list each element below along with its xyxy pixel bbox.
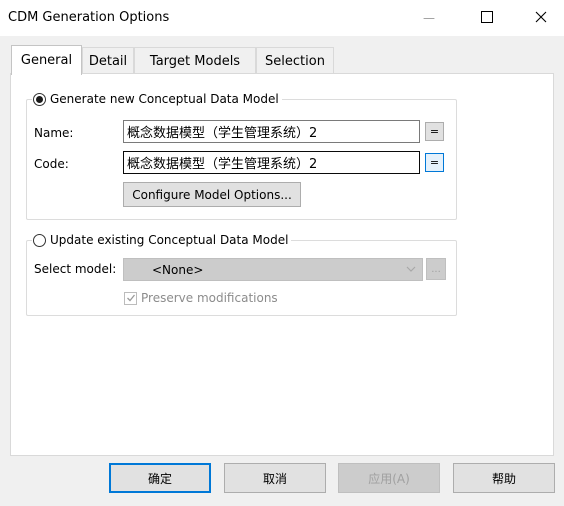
preserve-modifications-checkbox[interactable]: Preserve modifications	[124, 291, 278, 305]
select-model-value: <None>	[152, 262, 204, 277]
minimize-icon: —	[423, 11, 435, 25]
tab-detail[interactable]: Detail	[82, 47, 134, 74]
minimize-button[interactable]: —	[406, 0, 452, 36]
close-icon	[535, 11, 547, 26]
code-label: Code:	[34, 157, 69, 171]
code-equals-button[interactable]: =	[425, 153, 444, 172]
tab-general[interactable]: General	[11, 45, 82, 75]
maximize-button[interactable]	[464, 0, 510, 36]
checkbox-icon	[124, 291, 137, 305]
tab-target-models[interactable]: Target Models	[134, 47, 256, 74]
update-existing-label: Update existing Conceptual Data Model	[50, 233, 289, 247]
generate-new-label: Generate new Conceptual Data Model	[50, 92, 279, 106]
tab-label: General	[20, 53, 73, 68]
tab-selection[interactable]: Selection	[256, 47, 334, 74]
generate-new-radio[interactable]: Generate new Conceptual Data Model	[32, 91, 282, 107]
close-button[interactable]	[518, 0, 564, 36]
tab-label: Detail	[88, 53, 128, 69]
update-existing-radio[interactable]: Update existing Conceptual Data Model	[32, 232, 292, 248]
name-equals-button[interactable]: =	[425, 122, 444, 141]
preserve-label: Preserve modifications	[141, 291, 278, 305]
window-title: CDM Generation Options	[8, 10, 170, 25]
tab-label: Selection	[265, 53, 325, 69]
help-button[interactable]: 帮助	[453, 463, 555, 493]
ok-button[interactable]: 确定	[109, 463, 211, 493]
radio-icon	[33, 92, 46, 106]
name-input[interactable]: 概念数据模型（学生管理系统）2	[123, 120, 420, 143]
browse-button[interactable]: ...	[426, 258, 446, 280]
chevron-down-icon	[406, 263, 416, 277]
code-input[interactable]: 概念数据模型（学生管理系统）2	[123, 151, 420, 174]
select-model-dropdown[interactable]: <None>	[123, 258, 423, 281]
maximize-icon	[481, 10, 493, 26]
configure-model-options-button[interactable]: Configure Model Options...	[123, 182, 301, 207]
radio-icon	[33, 233, 46, 247]
select-model-label: Select model:	[34, 262, 117, 276]
apply-button[interactable]: 应用(A)	[338, 463, 440, 493]
name-label: Name:	[34, 126, 74, 140]
tab-label: Target Models	[149, 53, 241, 69]
cancel-button[interactable]: 取消	[224, 463, 326, 493]
